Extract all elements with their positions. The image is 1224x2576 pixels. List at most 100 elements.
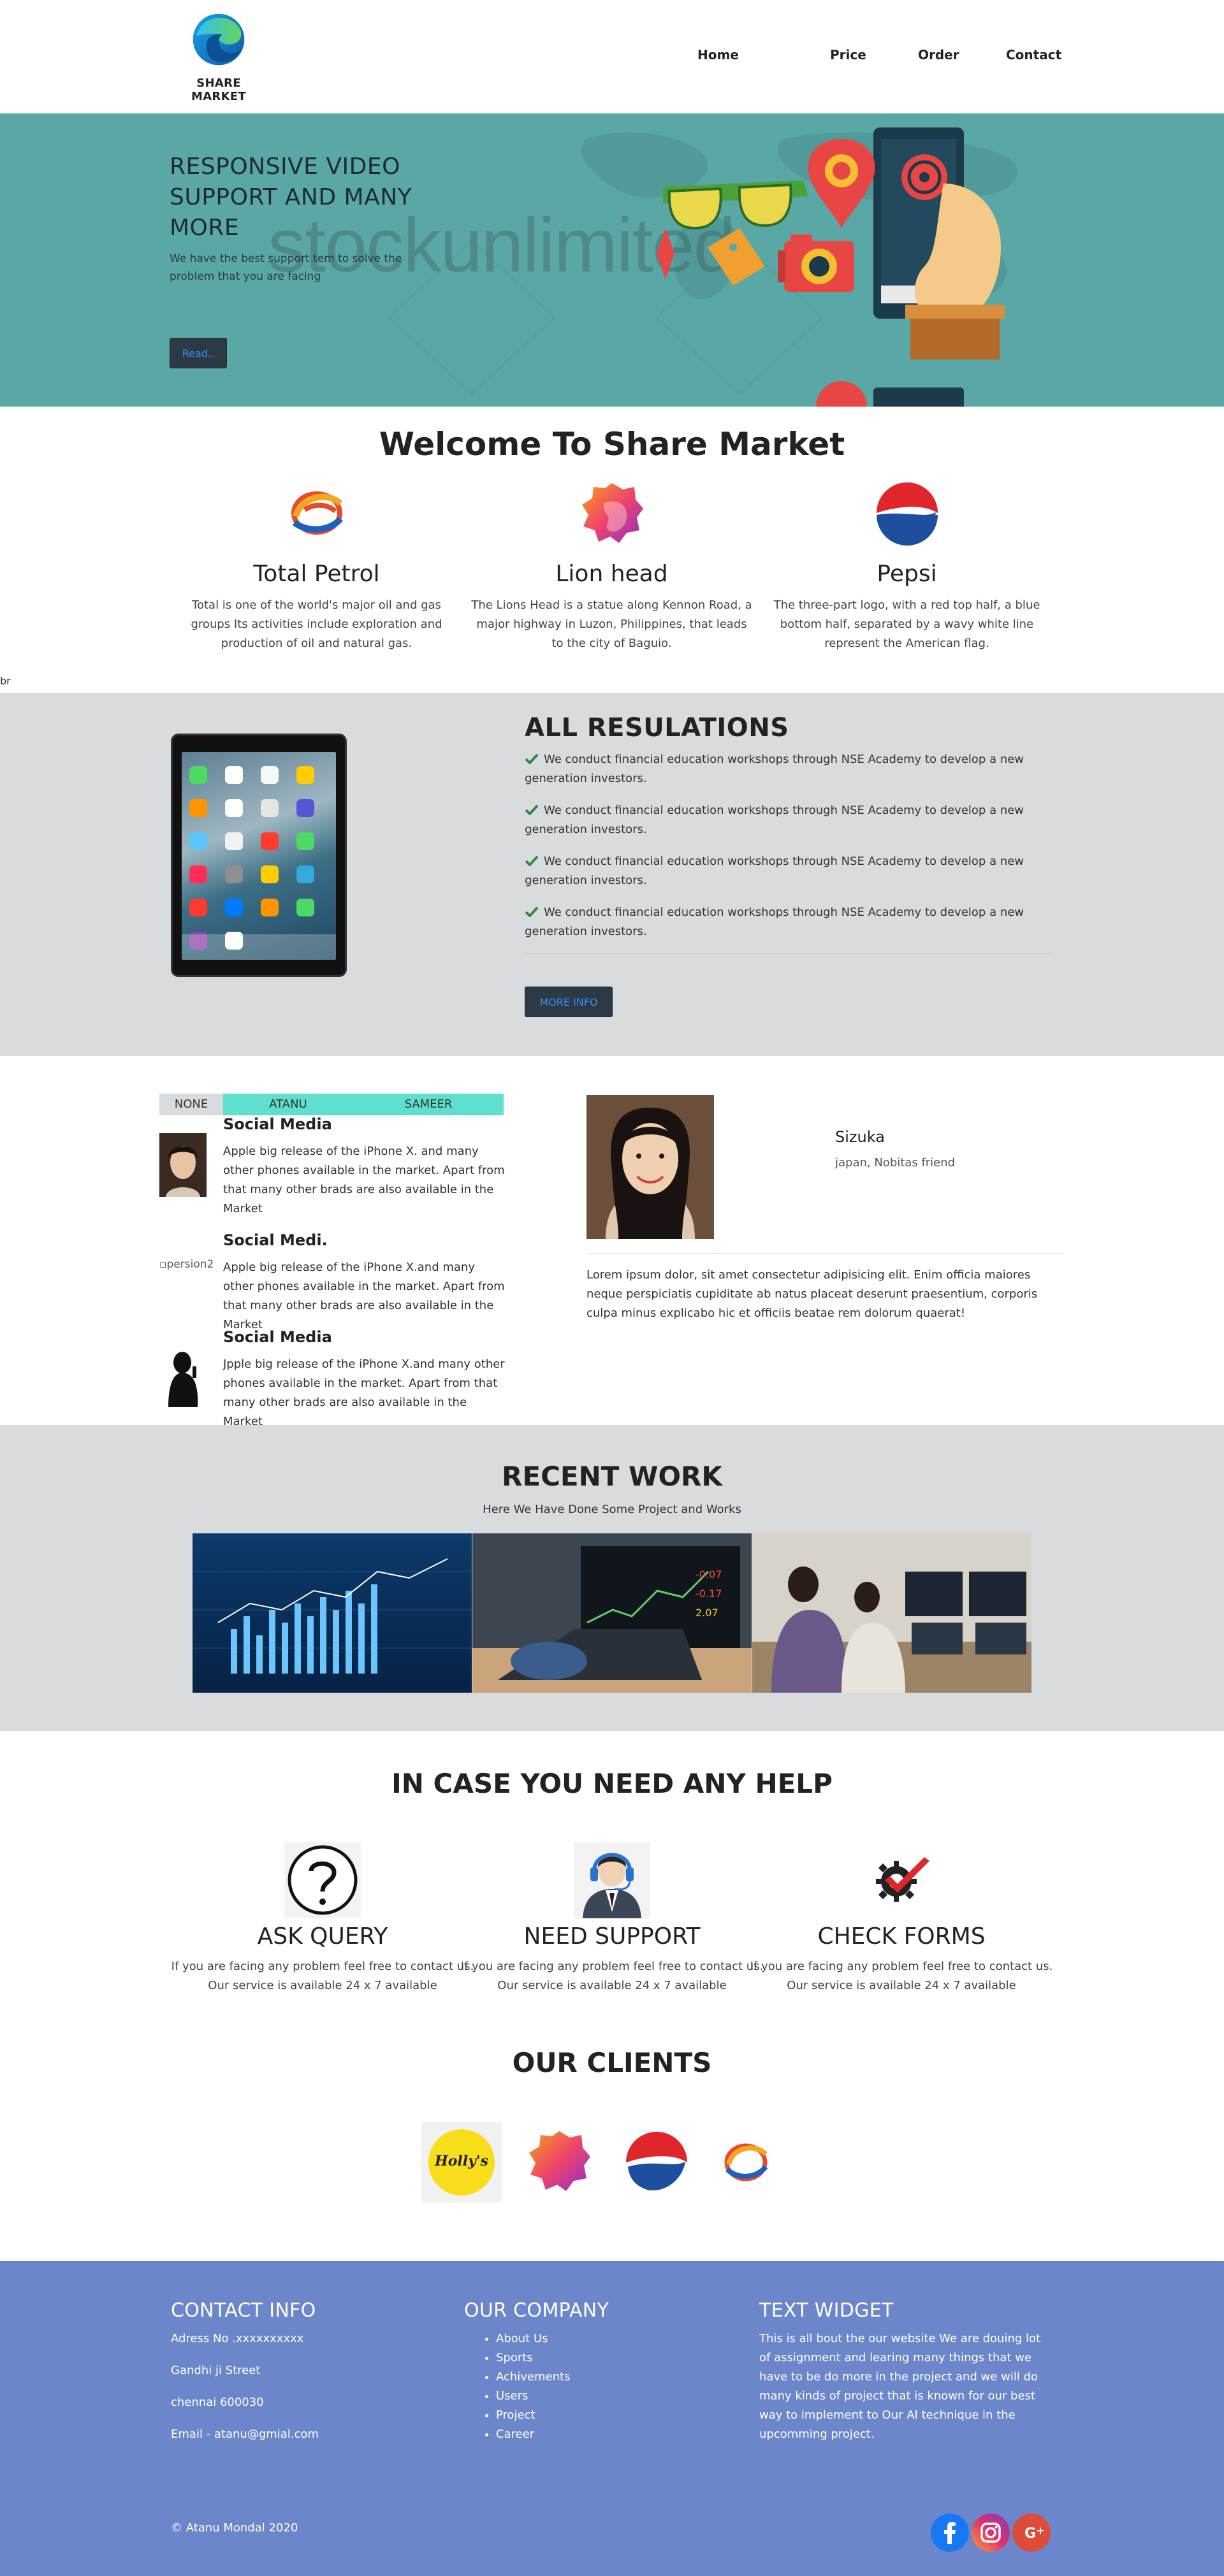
brand-name: SHARE MARKET bbox=[191, 76, 247, 103]
help-need-support: NEED SUPPORT If you are facing any probl… bbox=[453, 1842, 771, 1995]
media-text: Apple big release of the iPhone X.and ma… bbox=[223, 1261, 505, 1331]
hero-banner: stockunlimited RESPONSIVE VIDEO SUPPORT … bbox=[0, 113, 1224, 407]
tablet-image bbox=[171, 734, 347, 977]
regulation-item: We conduct financial education workshops… bbox=[525, 750, 1047, 788]
media-title: Social Medi. bbox=[223, 1231, 328, 1249]
recent-work-title: RECENT WORK bbox=[502, 1461, 722, 1492]
brand-logo[interactable]: SHARE MARKET bbox=[171, 8, 266, 103]
nav-contact-link[interactable]: Contact bbox=[1006, 47, 1061, 62]
nav-price-link[interactable]: Price bbox=[830, 47, 866, 62]
app-icon-grid bbox=[189, 766, 314, 950]
work-image-finance-chart[interactable] bbox=[193, 1533, 472, 1693]
hollys-logo-text: Holly's bbox=[434, 2153, 488, 2169]
svg-text:G: G bbox=[1024, 2526, 1036, 2542]
copyright-text: © Atanu Mondal 2020 bbox=[171, 2521, 298, 2535]
hollys-logo-icon[interactable]: Holly's bbox=[421, 2122, 502, 2203]
site-header: SHARE MARKET Home Price Order Contact bbox=[0, 0, 1224, 113]
check-icon bbox=[525, 906, 539, 917]
footer-link-sports[interactable]: Sports bbox=[496, 2348, 719, 2368]
question-icon bbox=[284, 1842, 361, 1918]
feature-description: The three-part logo, with a red top half… bbox=[773, 598, 1040, 650]
main-nav: Home Price Order Contact bbox=[697, 47, 1061, 66]
contact-address: Adress No .xxxxxxxxxx bbox=[171, 2332, 304, 2345]
total-logo-icon bbox=[291, 491, 343, 535]
regulation-item: We conduct financial education workshops… bbox=[525, 903, 1047, 941]
media-item: Social Media Apple big release of the iP… bbox=[159, 1115, 507, 1224]
regulation-text: We conduct financial education workshops… bbox=[525, 753, 1024, 785]
tablet-screen bbox=[182, 752, 336, 960]
headset-support-icon bbox=[574, 1842, 650, 1918]
work-image-office-traders[interactable] bbox=[752, 1533, 1031, 1693]
edge-logo-icon bbox=[193, 13, 245, 66]
silhouette-image bbox=[159, 1343, 207, 1407]
footer-link-project[interactable]: Project bbox=[496, 2406, 719, 2425]
regulations-title: ALL RESULATIONS bbox=[525, 713, 789, 742]
read-more-button[interactable]: Read.. bbox=[170, 338, 227, 368]
stray-br-text: br bbox=[0, 675, 11, 687]
nav-home-link[interactable]: Home bbox=[697, 47, 739, 62]
contact-street: Gandhi ji Street bbox=[171, 2364, 261, 2377]
tablet-dock bbox=[182, 934, 336, 960]
help-item-title: NEED SUPPORT bbox=[523, 1923, 701, 1950]
ticker-value: -0.17 bbox=[696, 1588, 722, 1600]
hero-illustration bbox=[657, 127, 1005, 407]
help-ask-query: ASK QUERY If you are facing any problem … bbox=[163, 1842, 482, 1995]
recent-work-subtitle: Here We Have Done Some Project and Works bbox=[483, 1503, 741, 1516]
footer-link-users[interactable]: Users bbox=[496, 2387, 719, 2406]
pepsi-logo-icon bbox=[876, 482, 938, 546]
welcome-title: Welcome To Share Market bbox=[379, 426, 845, 463]
work-image-laptop-trading[interactable]: -0.07 -0.17 2.07 bbox=[472, 1533, 752, 1693]
facebook-icon[interactable] bbox=[931, 2514, 969, 2552]
tab-none[interactable]: NONE bbox=[159, 1094, 223, 1115]
profile-photo bbox=[586, 1095, 714, 1239]
divider bbox=[586, 1253, 1065, 1254]
site-footer: CONTACT INFO Adress No .xxxxxxxxxx Gandh… bbox=[0, 2261, 1224, 2576]
media-item: Social Media Jpple big release of the iP… bbox=[159, 1328, 507, 1428]
profile-role: japan, Nobitas friend bbox=[835, 1156, 956, 1169]
help-check-forms: CHECK FORMS If you are facing any proble… bbox=[742, 1842, 1061, 1995]
more-info-button[interactable]: MORE INFO bbox=[525, 987, 613, 1017]
check-icon bbox=[525, 804, 539, 815]
tab-sameer[interactable]: SAMEER bbox=[353, 1094, 504, 1115]
hero-description: We have the best support tem to solve th… bbox=[170, 252, 402, 283]
media-title: Social Media bbox=[223, 1328, 332, 1346]
hero-title: RESPONSIVE VIDEO SUPPORT AND MANY MORE bbox=[170, 154, 412, 241]
feature-title: Lion head bbox=[555, 561, 668, 587]
footer-link-achivements[interactable]: Achivements bbox=[496, 2368, 719, 2387]
total-logo-icon[interactable] bbox=[706, 2122, 786, 2203]
check-icon bbox=[525, 753, 539, 764]
footer-widget: TEXT WIDGET This is all bout the our web… bbox=[759, 2299, 1053, 2444]
recent-work-section: RECENT WORK Here We Have Done Some Proje… bbox=[0, 1425, 1224, 1731]
footer-widget-title: TEXT WIDGET bbox=[759, 2299, 894, 2322]
profile-tabs: NONE ATANU SAMEER bbox=[159, 1094, 504, 1115]
media-item: ▫persion2 Social Medi. Apple big release… bbox=[159, 1231, 507, 1331]
clients-title: OUR CLIENTS bbox=[512, 2047, 712, 2078]
media-text: Apple big release of the iPhone X. and m… bbox=[223, 1145, 505, 1215]
regulations-list: We conduct financial education workshops… bbox=[525, 750, 1047, 954]
footer-widget-text: This is all bout the our website We are … bbox=[759, 2332, 1041, 2441]
nav-order-link[interactable]: Order bbox=[918, 47, 959, 62]
gear-check-icon bbox=[876, 1857, 929, 1902]
ticker-value: -0.07 bbox=[696, 1568, 722, 1581]
company-links: About Us Sports Achivements Users Projec… bbox=[464, 2329, 719, 2444]
regulation-text: We conduct financial education workshops… bbox=[525, 906, 1024, 938]
ticker-value: 2.07 bbox=[696, 1607, 718, 1619]
profile-description: Lorem ipsum dolor, sit amet consectetur … bbox=[586, 1268, 1038, 1320]
lion-logo-icon[interactable] bbox=[519, 2122, 599, 2203]
help-title: IN CASE YOU NEED ANY HELP bbox=[391, 1768, 833, 1799]
google-plus-icon[interactable]: G + bbox=[1012, 2514, 1051, 2552]
regulation-item: We conduct financial education workshops… bbox=[525, 801, 1047, 839]
feature-title: Pepsi bbox=[877, 561, 937, 587]
footer-link-career[interactable]: Career bbox=[496, 2425, 719, 2444]
footer-contact: CONTACT INFO Adress No .xxxxxxxxxx Gandh… bbox=[171, 2299, 426, 2457]
media-text: Jpple big release of the iPhone X.and ma… bbox=[223, 1357, 505, 1428]
help-item-title: ASK QUERY bbox=[257, 1923, 388, 1950]
regulation-item: We conduct financial education workshops… bbox=[525, 852, 1047, 890]
footer-link-about[interactable]: About Us bbox=[496, 2329, 719, 2348]
tab-atanu[interactable]: ATANU bbox=[223, 1094, 353, 1115]
pepsi-logo-icon[interactable] bbox=[616, 2122, 697, 2203]
regulations-section: ALL RESULATIONS We conduct financial edu… bbox=[0, 693, 1224, 1056]
instagram-icon[interactable] bbox=[972, 2514, 1010, 2552]
broken-image-placeholder: ▫persion2 bbox=[159, 1258, 214, 1271]
feature-title: Total Petrol bbox=[253, 561, 380, 587]
